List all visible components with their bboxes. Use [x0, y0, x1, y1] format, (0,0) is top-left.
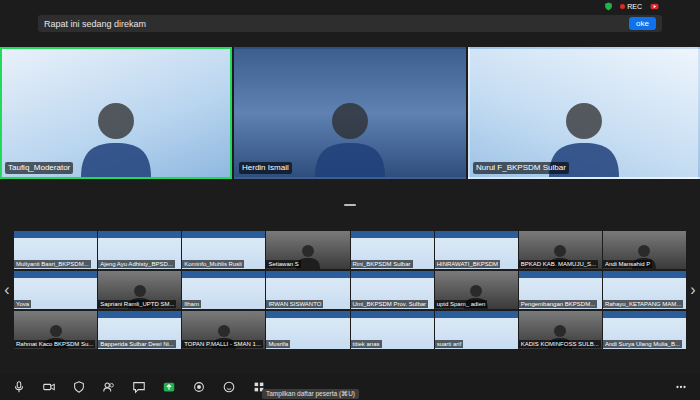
- participant-name: suarti arif: [435, 340, 464, 348]
- participant-name: Ajeng Ayu Adhisty_BPSD...: [98, 260, 175, 268]
- shield-icon: [604, 2, 613, 11]
- top-bar: REC: [0, 0, 700, 12]
- video-feed: [76, 87, 156, 177]
- recording-notice: Rapat ini sedang direkam oke: [38, 15, 662, 32]
- participant-name: Setiawan S: [266, 260, 300, 268]
- notice-text: Rapat ini sedang direkam: [44, 19, 146, 29]
- resize-handle[interactable]: [344, 204, 356, 206]
- participant-grid: Muliyanti Basri_BKPSDM... Ajeng Ayu Adhis…: [14, 231, 686, 349]
- participant-tile[interactable]: Andi Surya Ulang Mulia_B...: [603, 311, 686, 349]
- participant-tile[interactable]: Ajeng Ayu Adhisty_BPSD...: [98, 231, 181, 269]
- toolbar-button[interactable]: [12, 380, 26, 394]
- participant-name: Bapperida Sulbar Dewi Ni...: [98, 340, 176, 348]
- speaker-name: Nurul F_BKPSDM Sulbar: [473, 162, 569, 174]
- participants-icon: [102, 380, 116, 394]
- share-screen-icon: [162, 380, 176, 394]
- layout-handle-area: [0, 179, 700, 231]
- recording-label: REC: [627, 2, 642, 11]
- participant-tile[interactable]: Pengembangan BKPSDM...: [519, 271, 602, 309]
- participant-tile[interactable]: BPKAD KAB. MAMUJU_S...: [519, 231, 602, 269]
- participant-name: Andi Mansahid P: [603, 260, 652, 268]
- recording-indicator: REC: [620, 2, 642, 11]
- participant-name: Muliyanti Basri_BKPSDM...: [14, 260, 91, 268]
- participant-name: uptd Spam_ adien: [435, 300, 488, 308]
- speaker-tile[interactable]: Nurul F_BKPSDM Sulbar: [468, 47, 700, 179]
- video-feed: [310, 87, 390, 177]
- security-icon: [72, 380, 86, 394]
- participant-tile[interactable]: Bapperida Sulbar Dewi Ni...: [98, 311, 181, 349]
- participant-name: Rahmat Kaco BKPSDM Su...: [14, 340, 95, 348]
- reactions-icon: [222, 380, 236, 394]
- record-dot: [620, 4, 625, 9]
- participant-tile[interactable]: HINRAWATI_BKPSDM: [435, 231, 518, 269]
- toolbar-button[interactable]: [674, 380, 688, 394]
- participant-name: Andi Surya Ulang Mulia_B...: [603, 340, 682, 348]
- participant-tile[interactable]: Rahmat Kaco BKPSDM Su...: [14, 311, 97, 349]
- participant-name: Rini_BKPSDM Sulbar: [351, 260, 413, 268]
- toolbar-button[interactable]: [192, 380, 206, 394]
- chat-icon: [132, 380, 146, 394]
- participants-tooltip: Tampilkan daftar peserta (⌘U): [262, 389, 359, 399]
- participant-tile[interactable]: titiek anas: [351, 311, 434, 349]
- participant-name: Pengembangan BKPSDM...: [519, 300, 597, 308]
- participant-tile[interactable]: Andi Mansahid P: [603, 231, 686, 269]
- participant-tile[interactable]: Rahayu_KETAPANG MAM...: [603, 271, 686, 309]
- participant-tile[interactable]: Yova: [14, 271, 97, 309]
- participant-name: KADIS KOMINFOSS SULB...: [519, 340, 601, 348]
- toolbar-button[interactable]: [162, 380, 176, 394]
- youtube-icon: [649, 2, 660, 11]
- participant-name: Rahayu_KETAPANG MAM...: [603, 300, 683, 308]
- participant-name: Ilham: [182, 300, 201, 308]
- participant-name: Kominfo_Muhlis Rusli: [182, 260, 244, 268]
- toolbar-button[interactable]: [72, 380, 86, 394]
- record-icon: [192, 380, 206, 394]
- participant-name: TOPAN P.MALLI - SMAN 1...: [182, 340, 263, 348]
- participant-tile[interactable]: suarti arif: [435, 311, 518, 349]
- participant-name: Yova: [14, 300, 31, 308]
- participant-tile[interactable]: IRWAN SISWANTO: [266, 271, 349, 309]
- microphone-icon: [12, 380, 26, 394]
- participant-name: HINRAWATI_BKPSDM: [435, 260, 500, 268]
- toolbar-button[interactable]: [132, 380, 146, 394]
- participant-tile[interactable]: KADIS KOMINFOSS SULB...: [519, 311, 602, 349]
- participant-tile[interactable]: Kominfo_Muhlis Rusli: [182, 231, 265, 269]
- speaker-name: Herdin Ismail: [239, 162, 292, 174]
- participant-name: Sapriani Ramli_UPTD SM...: [98, 300, 176, 308]
- more-icon: [674, 380, 688, 394]
- toolbar-button[interactable]: [42, 380, 56, 394]
- participant-tile[interactable]: Umi_BKPSDM Prov. Sulbar: [351, 271, 434, 309]
- toolbar-button[interactable]: [102, 380, 116, 394]
- speaker-tile[interactable]: Herdin Ismail: [234, 47, 466, 179]
- participant-tile[interactable]: Rini_BKPSDM Sulbar: [351, 231, 434, 269]
- next-page-button[interactable]: ›: [686, 281, 700, 299]
- participant-name: IRWAN SISWANTO: [266, 300, 323, 308]
- ok-button[interactable]: oke: [629, 17, 656, 30]
- participant-gallery: ‹ Muliyanti Basri_BKPSDM... Ajeng Ayu Adhi…: [0, 231, 700, 349]
- participant-tile[interactable]: TOPAN P.MALLI - SMAN 1...: [182, 311, 265, 349]
- previous-page-button[interactable]: ‹: [0, 281, 14, 299]
- participant-tile[interactable]: Ilham: [182, 271, 265, 309]
- participant-name: titiek anas: [351, 340, 382, 348]
- participant-name: Umi_BKPSDM Prov. Sulbar: [351, 300, 429, 308]
- participant-name: BPKAD KAB. MAMUJU_S...: [519, 260, 598, 268]
- speaker-row: Taufiq_Moderator Herdin Ismail Nurul F_BKP…: [0, 47, 700, 179]
- participant-tile[interactable]: Musrifa: [266, 311, 349, 349]
- speaker-tile[interactable]: Taufiq_Moderator: [0, 47, 232, 179]
- participant-name: Musrifa: [266, 340, 290, 348]
- participant-tile[interactable]: Sapriani Ramli_UPTD SM...: [98, 271, 181, 309]
- toolbar-button[interactable]: [222, 380, 236, 394]
- speaker-name: Taufiq_Moderator: [5, 162, 73, 174]
- participant-tile[interactable]: Setiawan S: [266, 231, 349, 269]
- participant-tile[interactable]: Muliyanti Basri_BKPSDM...: [14, 231, 97, 269]
- participant-tile[interactable]: uptd Spam_ adien: [435, 271, 518, 309]
- camera-icon: [42, 380, 56, 394]
